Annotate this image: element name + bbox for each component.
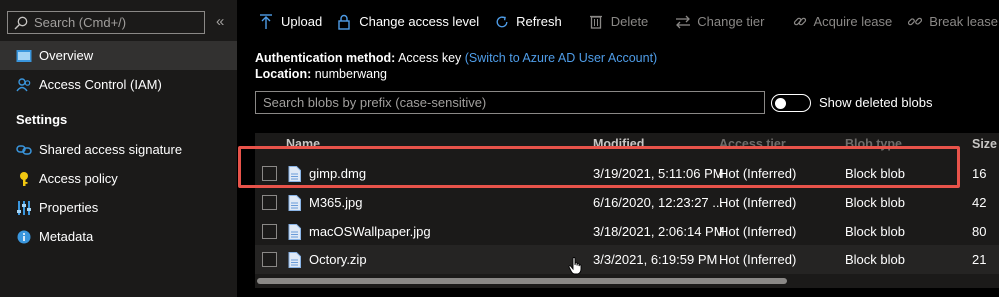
- row-checkbox[interactable]: [262, 166, 277, 181]
- column-header-name[interactable]: Name: [286, 137, 320, 151]
- trash-icon: [589, 14, 604, 30]
- row-checkbox[interactable]: [262, 224, 277, 239]
- blob-type: Block blob: [845, 224, 905, 239]
- auth-info: Authentication method: Access key (Switc…: [255, 50, 657, 82]
- overview-icon: [16, 48, 32, 64]
- row-checkbox[interactable]: [262, 252, 277, 267]
- blob-access-tier: Hot (Inferred): [719, 252, 797, 267]
- blob-modified: 3/3/2021, 6:19:59 PM: [593, 252, 718, 267]
- break-lease-button[interactable]: Break lease: [900, 0, 999, 44]
- broken-link-icon: [908, 14, 923, 30]
- column-header-blob-type[interactable]: Blob type: [845, 137, 902, 151]
- main-content: Upload Change access level Refresh Delet…: [237, 0, 999, 297]
- grid-header: Name Modified Access tier Blob type Size: [255, 133, 999, 155]
- swap-arrows-icon: [676, 14, 691, 30]
- sidebar-item-properties[interactable]: Properties: [0, 193, 237, 222]
- blob-size: 21: [972, 252, 987, 267]
- blob-type: Block blob: [845, 252, 905, 267]
- change-tier-button[interactable]: Change tier: [668, 0, 772, 44]
- row-checkbox[interactable]: [262, 195, 277, 210]
- blob-size: 16: [972, 166, 987, 181]
- blob-access-tier: Hot (Inferred): [719, 166, 797, 181]
- search-icon: [14, 16, 28, 29]
- delete-button[interactable]: Delete: [582, 0, 657, 44]
- sidebar-item-label: Shared access signature: [39, 142, 183, 157]
- upload-label: Upload: [281, 14, 323, 29]
- show-deleted-toggle[interactable]: [771, 94, 811, 112]
- blob-name[interactable]: macOSWallpaper.jpg: [309, 224, 431, 239]
- show-deleted-label: Show deleted blobs: [819, 95, 933, 110]
- sidebar-item-access-policy[interactable]: Access policy: [0, 164, 237, 193]
- blob-access-tier: Hot (Inferred): [719, 224, 797, 239]
- lock-icon: [338, 14, 352, 30]
- refresh-label: Refresh: [516, 14, 562, 29]
- sidebar-item-overview[interactable]: Overview: [0, 41, 237, 70]
- blob-size: 42: [972, 195, 987, 210]
- table-row[interactable]: Octory.zip 3/3/2021, 6:19:59 PM Hot (Inf…: [255, 245, 999, 274]
- change-access-level-button[interactable]: Change access level: [330, 0, 487, 44]
- blob-size: 80: [972, 224, 987, 239]
- hand-cursor-icon: [568, 257, 582, 275]
- auth-method-label: Authentication method:: [255, 51, 396, 65]
- people-icon: [16, 77, 32, 93]
- blob-search-placeholder: Search blobs by prefix (case-sensitive): [263, 95, 487, 110]
- blob-type: Block blob: [845, 195, 905, 210]
- column-header-modified[interactable]: Modified: [593, 137, 644, 151]
- location-label: Location:: [255, 67, 312, 81]
- change-access-level-label: Change access level: [359, 14, 480, 29]
- acquire-lease-button[interactable]: Acquire lease: [785, 0, 901, 44]
- upload-icon: [260, 13, 274, 30]
- blob-list: Name Modified Access tier Blob type Size…: [255, 133, 999, 288]
- sidebar-item-metadata[interactable]: Metadata: [0, 222, 237, 251]
- sidebar-item-label: Metadata: [39, 229, 94, 244]
- file-icon: [288, 223, 301, 240]
- sidebar: Search (Cmd+/) « Overview Access Control…: [0, 0, 237, 297]
- sidebar-item-label: Access policy: [39, 171, 118, 186]
- file-icon: [288, 165, 301, 182]
- table-row[interactable]: macOSWallpaper.jpg 3/18/2021, 2:06:14 PM…: [255, 217, 999, 246]
- table-row[interactable]: gimp.dmg 3/19/2021, 5:11:06 PM Hot (Infe…: [255, 159, 999, 188]
- location-value: numberwang: [314, 67, 387, 81]
- blob-modified: 3/18/2021, 2:06:14 PM: [593, 224, 725, 239]
- blob-name[interactable]: M365.jpg: [309, 195, 362, 210]
- sidebar-item-shared-access-signature[interactable]: Shared access signature: [0, 135, 237, 164]
- scrollbar-thumb[interactable]: [257, 278, 787, 284]
- break-lease-label: Break lease: [929, 14, 998, 29]
- file-icon: [288, 194, 301, 211]
- sidebar-item-label: Access Control (IAM): [39, 77, 162, 92]
- sliders-icon: [16, 200, 32, 216]
- blob-prefix-search-input[interactable]: Search blobs by prefix (case-sensitive): [255, 91, 765, 114]
- settings-section-title: Settings: [16, 112, 68, 127]
- acquire-lease-label: Acquire lease: [813, 14, 893, 29]
- change-tier-label: Change tier: [697, 14, 765, 29]
- file-icon: [288, 251, 301, 268]
- delete-label: Delete: [610, 14, 649, 29]
- switch-auth-link[interactable]: (Switch to Azure AD User Account): [465, 51, 657, 65]
- sidebar-search-input[interactable]: Search (Cmd+/): [7, 11, 205, 34]
- blob-type: Block blob: [845, 166, 905, 181]
- blob-name[interactable]: gimp.dmg: [309, 166, 366, 181]
- sidebar-item-access-control[interactable]: Access Control (IAM): [0, 70, 237, 99]
- link-chain-icon: [793, 14, 807, 30]
- horizontal-scrollbar[interactable]: [255, 276, 999, 286]
- sidebar-search-placeholder: Search (Cmd+/): [34, 15, 127, 30]
- blob-modified: 6/16/2020, 12:23:27 ...: [593, 195, 724, 210]
- auth-method-value: Access key: [398, 51, 462, 65]
- blob-modified: 3/19/2021, 5:11:06 PM: [593, 166, 724, 181]
- sidebar-item-label: Overview: [39, 48, 94, 63]
- sidebar-item-label: Properties: [39, 200, 99, 215]
- blob-name[interactable]: Octory.zip: [309, 252, 367, 267]
- upload-button[interactable]: Upload: [237, 0, 330, 44]
- column-header-access-tier[interactable]: Access tier: [719, 137, 786, 151]
- refresh-button[interactable]: Refresh: [487, 0, 570, 44]
- column-header-size[interactable]: Size: [972, 137, 997, 151]
- key-icon: [16, 171, 32, 187]
- link-icon: [16, 142, 32, 158]
- blob-access-tier: Hot (Inferred): [719, 195, 797, 210]
- collapse-sidebar-icon[interactable]: «: [216, 13, 224, 30]
- table-row[interactable]: M365.jpg 6/16/2020, 12:23:27 ... Hot (In…: [255, 188, 999, 217]
- info-icon: [16, 229, 32, 245]
- command-bar: Upload Change access level Refresh Delet…: [237, 0, 999, 44]
- refresh-icon: [495, 14, 509, 30]
